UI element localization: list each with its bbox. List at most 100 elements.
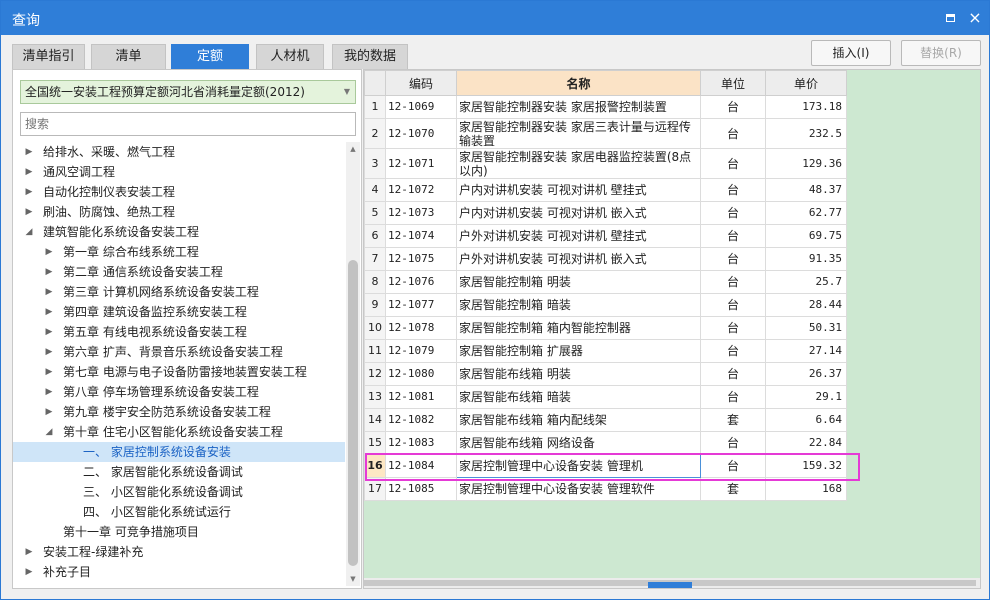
tree-item[interactable]: ▶ 刷油、防腐蚀、绝热工程 (13, 202, 345, 222)
chevron-right-icon[interactable]: ▶ (23, 202, 35, 222)
tree-item[interactable]: 二、 家居智能化系统设备调试 (13, 462, 345, 482)
tree-item-label: 二、 家居智能化系统设备调试 (83, 465, 243, 479)
tree-item[interactable]: 第十一章 可竞争措施项目 (13, 522, 345, 542)
search-box[interactable] (20, 112, 356, 136)
code-cell: 12-1077 (385, 293, 457, 317)
table-row[interactable]: 5 12-1073 户内对讲机安装 可视对讲机 嵌入式台 62.77 (364, 201, 847, 225)
chevron-right-icon[interactable]: ▶ (43, 322, 55, 342)
tree-item-label: 第九章 楼宇安全防范系统设备安装工程 (63, 405, 271, 419)
restore-icon[interactable] (942, 10, 958, 26)
unit-cell: 套 (700, 477, 766, 501)
table-row[interactable]: 16 12-1084 家居控制管理中心设备安装 管理机台 159.32 (364, 454, 847, 478)
quota-table: 编码 名称 单位 单价 1 12-1069 家居智能控制器安装 家居报警控制装置台 1… (364, 70, 847, 501)
chevron-right-icon[interactable]: ▶ (23, 542, 35, 562)
tree-item[interactable]: 四、 小区智能化系统试运行 (13, 502, 345, 522)
tree-item[interactable]: ▶ 第五章 有线电视系统设备安装工程 (13, 322, 345, 342)
quota-library-select[interactable]: 全国统一安装工程预算定额河北省消耗量定额(2012) ▼ (20, 80, 356, 104)
col-header-code[interactable]: 编码 (385, 70, 457, 96)
horizontal-scrollbar[interactable] (364, 578, 980, 588)
table-row[interactable]: 13 12-1081 家居智能布线箱 暗装台 29.1 (364, 385, 847, 409)
price-cell: 29.1 (765, 385, 847, 409)
tree-item[interactable]: 三、 小区智能化系统设备调试 (13, 482, 345, 502)
scroll-up-icon[interactable]: ▲ (346, 142, 360, 156)
tab-bill[interactable]: 清单 (91, 44, 166, 69)
col-header-name[interactable]: 名称 (456, 70, 701, 96)
tree-item[interactable]: ▶ 通风空调工程 (13, 162, 345, 182)
chevron-right-icon[interactable]: ▶ (43, 402, 55, 422)
name-cell: 家居智能控制器安装 家居报警控制装置 (456, 95, 701, 119)
table-row[interactable]: 9 12-1077 家居智能控制箱 暗装台 28.44 (364, 293, 847, 317)
chevron-right-icon[interactable]: ▶ (23, 162, 35, 182)
col-header-unit[interactable]: 单位 (700, 70, 766, 96)
tree-item[interactable]: ▶ 给排水、采暖、燃气工程 (13, 142, 345, 162)
chevron-right-icon[interactable]: ▶ (43, 262, 55, 282)
price-cell: 232.5 (765, 118, 847, 149)
replace-button[interactable]: 替换(R) (901, 40, 981, 66)
tab-quota[interactable]: 定额 (171, 44, 249, 69)
chevron-right-icon[interactable]: ▶ (23, 142, 35, 162)
table-row[interactable]: 8 12-1076 家居智能控制箱 明装台 25.7 (364, 270, 847, 294)
tree-item[interactable]: ▶ 第九章 楼宇安全防范系统设备安装工程 (13, 402, 345, 422)
chevron-right-icon[interactable]: ▶ (43, 382, 55, 402)
tab-my-data[interactable]: 我的数据 (332, 44, 408, 69)
tree-item[interactable]: ▶ 第八章 停车场管理系统设备安装工程 (13, 382, 345, 402)
table-row[interactable]: 11 12-1079 家居智能控制箱 扩展器台 27.14 (364, 339, 847, 363)
table-row[interactable]: 17 12-1085 家居控制管理中心设备安装 管理软件套 168 (364, 477, 847, 501)
table-row[interactable]: 2 12-1070 家居智能控制器安装 家居三表计量与远程传输装置台 232.5 (364, 118, 847, 149)
tree-item[interactable]: ◢ 第十章 住宅小区智能化系统设备安装工程 (13, 422, 345, 442)
quota-library-value: 全国统一安装工程预算定额河北省消耗量定额(2012) (25, 85, 305, 99)
scroll-down-icon[interactable]: ▼ (346, 572, 360, 586)
table-row[interactable]: 7 12-1075 户外对讲机安装 可视对讲机 嵌入式台 91.35 (364, 247, 847, 271)
tree-item[interactable]: ▶ 自动化控制仪表安装工程 (13, 182, 345, 202)
tree-item[interactable]: ▶ 第二章 通信系统设备安装工程 (13, 262, 345, 282)
close-icon[interactable]: × (967, 10, 983, 26)
unit-cell: 台 (700, 316, 766, 340)
scroll-thumb[interactable] (348, 260, 358, 566)
price-cell: 168 (765, 477, 847, 501)
table-row[interactable]: 14 12-1082 家居智能布线箱 箱内配线架套 6.64 (364, 408, 847, 432)
name-cell: 家居控制管理中心设备安装 管理机 (456, 454, 701, 478)
tree-item[interactable]: ▶ 第六章 扩声、背景音乐系统设备安装工程 (13, 342, 345, 362)
tree-item[interactable]: ▶ 第三章 计算机网络系统设备安装工程 (13, 282, 345, 302)
col-header-index (364, 70, 386, 96)
chevron-right-icon[interactable]: ▶ (43, 282, 55, 302)
tree-item-label: 第二章 通信系统设备安装工程 (63, 265, 223, 279)
name-cell: 家居智能布线箱 明装 (456, 362, 701, 386)
tree-item[interactable]: ▶ 补充子目 (13, 562, 345, 582)
price-cell: 69.75 (765, 224, 847, 248)
table-row[interactable]: 1 12-1069 家居智能控制器安装 家居报警控制装置台 173.18 (364, 95, 847, 119)
chevron-right-icon[interactable]: ▶ (43, 362, 55, 382)
tree-item[interactable]: ▶ 第一章 综合布线系统工程 (13, 242, 345, 262)
tree-item[interactable]: ◢ 建筑智能化系统设备安装工程 (13, 222, 345, 242)
table-row[interactable]: 4 12-1072 户内对讲机安装 可视对讲机 壁挂式台 48.37 (364, 178, 847, 202)
tree-item-label: 第八章 停车场管理系统设备安装工程 (63, 385, 259, 399)
chevron-right-icon[interactable]: ▶ (43, 302, 55, 322)
chevron-right-icon[interactable]: ▶ (43, 242, 55, 262)
tree-item[interactable]: ▶ 安装工程-绿建补充 (13, 542, 345, 562)
chevron-right-icon[interactable]: ▶ (43, 342, 55, 362)
insert-button[interactable]: 插入(I) (811, 40, 891, 66)
unit-cell: 套 (700, 408, 766, 432)
table-row[interactable]: 12 12-1080 家居智能布线箱 明装台 26.37 (364, 362, 847, 386)
tree-scrollbar[interactable]: ▲ ▼ (346, 142, 360, 586)
search-input[interactable] (25, 117, 345, 131)
tree-item[interactable]: ▶ 第七章 电源与电子设备防雷接地装置安装工程 (13, 362, 345, 382)
table-row[interactable]: 15 12-1083 家居智能布线箱 网络设备台 22.84 (364, 431, 847, 455)
table-row[interactable]: 6 12-1074 户外对讲机安装 可视对讲机 壁挂式台 69.75 (364, 224, 847, 248)
tab-bill-guide[interactable]: 清单指引 (12, 44, 85, 69)
expand-down-icon[interactable]: ◢ (43, 422, 55, 442)
tree-item-label: 四、 小区智能化系统试运行 (83, 505, 231, 519)
collapse-handle-icon[interactable] (648, 582, 692, 588)
code-cell: 12-1085 (385, 477, 457, 501)
expand-down-icon[interactable]: ◢ (23, 222, 35, 242)
table-row[interactable]: 3 12-1071 家居智能控制器安装 家居电器监控装置(8点以内) 台 129.36 (364, 148, 847, 179)
chevron-right-icon[interactable]: ▶ (23, 182, 35, 202)
table-row[interactable]: 10 12-1078 家居智能控制箱 箱内智能控制器台 50.31 (364, 316, 847, 340)
tree-item[interactable]: 一、 家居控制系统设备安装 (13, 442, 345, 462)
col-header-price[interactable]: 单价 (765, 70, 847, 96)
tree-item[interactable]: ▶ 第四章 建筑设备监控系统安装工程 (13, 302, 345, 322)
name-cell: 家居智能控制箱 扩展器 (456, 339, 701, 363)
chevron-down-icon[interactable]: ▼ (344, 81, 350, 103)
chevron-right-icon[interactable]: ▶ (23, 562, 35, 582)
tab-materials[interactable]: 人材机 (256, 44, 324, 69)
